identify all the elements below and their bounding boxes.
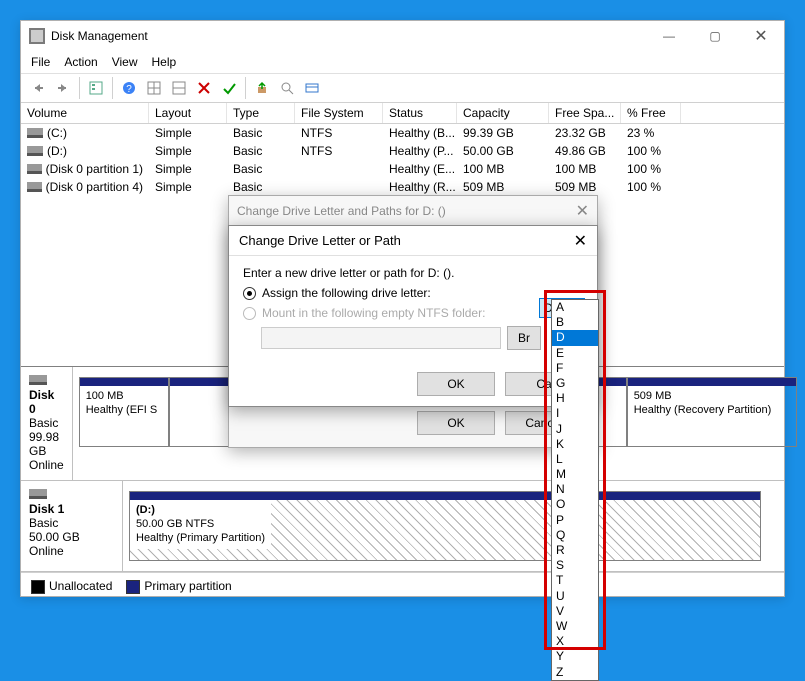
- change-letter-dialog: Change Drive Letter or Path ✕ Enter a ne…: [228, 225, 598, 407]
- menu-file[interactable]: File: [31, 55, 50, 69]
- check-icon[interactable]: [218, 77, 240, 99]
- table-row[interactable]: (C:)SimpleBasicNTFSHealthy (B...99.39 GB…: [21, 124, 784, 142]
- disk-icon: [29, 375, 47, 385]
- col-status[interactable]: Status: [383, 103, 457, 123]
- swatch-primary: [126, 580, 140, 594]
- col-free[interactable]: Free Spa...: [549, 103, 621, 123]
- dialog2-instruction: Enter a new drive letter or path for D: …: [243, 266, 583, 280]
- dialog2-title: Change Drive Letter or Path: [239, 233, 401, 248]
- dropdown-option[interactable]: M: [552, 467, 598, 482]
- action-icon-2[interactable]: [276, 77, 298, 99]
- col-layout[interactable]: Layout: [149, 103, 227, 123]
- partition[interactable]: 100 MBHealthy (EFI S: [79, 377, 169, 447]
- dropdown-option[interactable]: Y: [552, 649, 598, 664]
- col-pfree[interactable]: % Free: [621, 103, 681, 123]
- titlebar: Disk Management — ▢ ✕: [21, 21, 784, 51]
- dropdown-option[interactable]: L: [552, 452, 598, 467]
- radio-mount-folder[interactable]: Mount in the following empty NTFS folder…: [243, 306, 583, 320]
- close-button[interactable]: ✕: [738, 21, 784, 51]
- forward-button[interactable]: [52, 77, 74, 99]
- col-volume[interactable]: Volume: [21, 103, 149, 123]
- dialog1-close-icon[interactable]: ✕: [576, 201, 589, 221]
- browse-button[interactable]: Br: [507, 326, 541, 350]
- swatch-unallocated: [31, 580, 45, 594]
- action-icon-1[interactable]: [251, 77, 273, 99]
- volume-icon: [27, 128, 43, 138]
- dropdown-option[interactable]: T: [552, 573, 598, 588]
- table-row[interactable]: (D:)SimpleBasicNTFSHealthy (P...50.00 GB…: [21, 142, 784, 160]
- dialog2-close-icon[interactable]: ✕: [574, 231, 587, 251]
- window-title: Disk Management: [51, 29, 646, 43]
- dropdown-option[interactable]: B: [552, 315, 598, 330]
- dropdown-option[interactable]: D: [552, 330, 598, 345]
- dropdown-option[interactable]: R: [552, 543, 598, 558]
- dropdown-option[interactable]: A: [552, 300, 598, 315]
- volume-list: (C:)SimpleBasicNTFSHealthy (B...99.39 GB…: [21, 124, 784, 196]
- menu-help[interactable]: Help: [152, 55, 177, 69]
- toolbar: ?: [21, 73, 784, 103]
- dropdown-option[interactable]: E: [552, 346, 598, 361]
- dropdown-option[interactable]: Q: [552, 528, 598, 543]
- volume-icon: [27, 164, 42, 174]
- radio-icon: [243, 287, 256, 300]
- dropdown-option[interactable]: Z: [552, 665, 598, 680]
- dropdown-option[interactable]: U: [552, 589, 598, 604]
- back-button[interactable]: [27, 77, 49, 99]
- volume-icon: [27, 182, 42, 192]
- partition[interactable]: (D:)50.00 GB NTFSHealthy (Primary Partit…: [129, 491, 761, 561]
- col-capacity[interactable]: Capacity: [457, 103, 549, 123]
- dropdown-option[interactable]: P: [552, 513, 598, 528]
- dropdown-option[interactable]: W: [552, 619, 598, 634]
- dialog2-ok-button[interactable]: OK: [417, 372, 495, 396]
- minimize-button[interactable]: —: [646, 21, 692, 51]
- dropdown-option[interactable]: N: [552, 482, 598, 497]
- table-row[interactable]: (Disk 0 partition 4)SimpleBasicHealthy (…: [21, 178, 784, 196]
- mount-folder-input: [261, 327, 501, 349]
- properties-icon[interactable]: [85, 77, 107, 99]
- dropdown-option[interactable]: K: [552, 437, 598, 452]
- dropdown-option[interactable]: J: [552, 422, 598, 437]
- disk-row: Disk 1Basic50.00 GBOnline(D:)50.00 GB NT…: [21, 481, 784, 572]
- svg-text:?: ?: [126, 84, 132, 95]
- dropdown-option[interactable]: S: [552, 558, 598, 573]
- volume-icon: [27, 146, 43, 156]
- dialog1-ok-button[interactable]: OK: [417, 411, 495, 435]
- drive-letter-dropdown[interactable]: ABDEFGHIJKLMNOPQRSTUVWXYZ: [551, 299, 599, 681]
- grid-icon[interactable]: [143, 77, 165, 99]
- action-icon-3[interactable]: [301, 77, 323, 99]
- table-row[interactable]: (Disk 0 partition 1)SimpleBasicHealthy (…: [21, 160, 784, 178]
- dropdown-option[interactable]: O: [552, 497, 598, 512]
- maximize-button[interactable]: ▢: [692, 21, 738, 51]
- volume-list-header: Volume Layout Type File System Status Ca…: [21, 103, 784, 124]
- dialog1-title: Change Drive Letter and Paths for D: (): [237, 204, 446, 218]
- dropdown-option[interactable]: F: [552, 361, 598, 376]
- help-icon[interactable]: ?: [118, 77, 140, 99]
- menubar: File Action View Help: [21, 51, 784, 73]
- menu-view[interactable]: View: [112, 55, 138, 69]
- menu-action[interactable]: Action: [64, 55, 97, 69]
- partition[interactable]: 509 MBHealthy (Recovery Partition): [627, 377, 797, 447]
- dropdown-option[interactable]: I: [552, 406, 598, 421]
- delete-icon[interactable]: [193, 77, 215, 99]
- col-fs[interactable]: File System: [295, 103, 383, 123]
- legend: Unallocated Primary partition: [21, 572, 784, 600]
- toggle-icon[interactable]: [168, 77, 190, 99]
- dropdown-option[interactable]: V: [552, 604, 598, 619]
- dropdown-option[interactable]: X: [552, 634, 598, 649]
- radio-icon: [243, 307, 256, 320]
- col-type[interactable]: Type: [227, 103, 295, 123]
- dropdown-option[interactable]: H: [552, 391, 598, 406]
- dropdown-option[interactable]: G: [552, 376, 598, 391]
- disk-icon: [29, 489, 47, 499]
- radio-assign-letter[interactable]: Assign the following drive letter:: [243, 286, 583, 300]
- app-icon: [29, 28, 45, 44]
